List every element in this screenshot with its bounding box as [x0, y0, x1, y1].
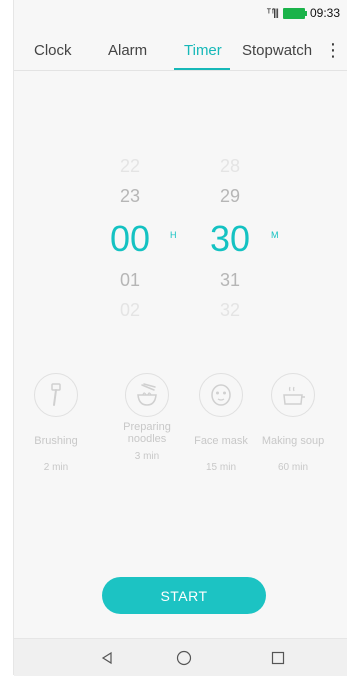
- preset-duration: 3 min: [134, 451, 160, 462]
- tab-stopwatch[interactable]: Stopwatch: [242, 42, 312, 59]
- navigation-bar: [14, 638, 347, 676]
- battery-icon: [282, 7, 307, 19]
- status-bar: ᵀ ᶠ||| 09:33: [14, 0, 347, 26]
- selected-hour[interactable]: 00: [100, 218, 160, 260]
- preset-duration: 2 min: [43, 462, 69, 473]
- selected-minute[interactable]: 30: [200, 218, 260, 260]
- tab-alarm[interactable]: Alarm: [108, 42, 147, 59]
- active-tab-indicator: [174, 68, 230, 70]
- hour-option[interactable]: 22: [100, 156, 160, 177]
- preset-name: Face mask: [194, 435, 248, 447]
- toothbrush-icon: [34, 373, 78, 417]
- preset-name: Preparing noodles: [123, 421, 171, 445]
- preset-brushing[interactable]: Brushing 2 min: [17, 373, 95, 473]
- recents-icon[interactable]: [258, 639, 298, 676]
- minute-option[interactable]: 31: [200, 270, 260, 291]
- hour-option[interactable]: 23: [100, 186, 160, 207]
- preset-duration: 15 min: [205, 462, 236, 473]
- minute-unit-label: M: [271, 230, 279, 240]
- hour-unit-label: H: [170, 230, 177, 240]
- minute-option[interactable]: 28: [200, 156, 260, 177]
- hour-option[interactable]: 02: [100, 300, 160, 321]
- hour-option[interactable]: 01: [100, 270, 160, 291]
- soup-pot-icon: [271, 373, 315, 417]
- app-frame: ᵀ ᶠ||| 09:33 Clock Alarm Timer Stopwatch…: [13, 0, 347, 676]
- minute-option[interactable]: 32: [200, 300, 260, 321]
- start-button[interactable]: START: [102, 577, 266, 614]
- preset-preparing-noodles[interactable]: Preparing noodles 3 min: [108, 373, 186, 462]
- preset-name: Brushing: [34, 435, 78, 447]
- face-mask-icon: [199, 373, 243, 417]
- tab-clock[interactable]: Clock: [34, 42, 72, 59]
- tab-timer[interactable]: Timer: [184, 42, 222, 59]
- more-options-icon[interactable]: ⋮: [324, 40, 342, 60]
- minutes-picker[interactable]: 28 29 30 31 32: [200, 150, 260, 330]
- noodle-bowl-icon: [125, 373, 169, 417]
- home-icon[interactable]: [164, 639, 204, 676]
- tab-bar: Clock Alarm Timer Stopwatch ⋮: [14, 30, 347, 71]
- hours-picker[interactable]: 22 23 00 01 02: [100, 150, 160, 330]
- minute-option[interactable]: 29: [200, 186, 260, 207]
- preset-face-mask[interactable]: Face mask 15 min: [182, 373, 260, 473]
- preset-making-soup[interactable]: Making soup 60 min: [254, 373, 332, 473]
- signal-icon: ᵀ ᶠ|||: [266, 7, 279, 19]
- preset-name: Making soup: [261, 435, 325, 447]
- status-time: 09:33: [309, 6, 340, 20]
- back-icon[interactable]: [87, 639, 127, 676]
- preset-duration: 60 min: [277, 462, 308, 473]
